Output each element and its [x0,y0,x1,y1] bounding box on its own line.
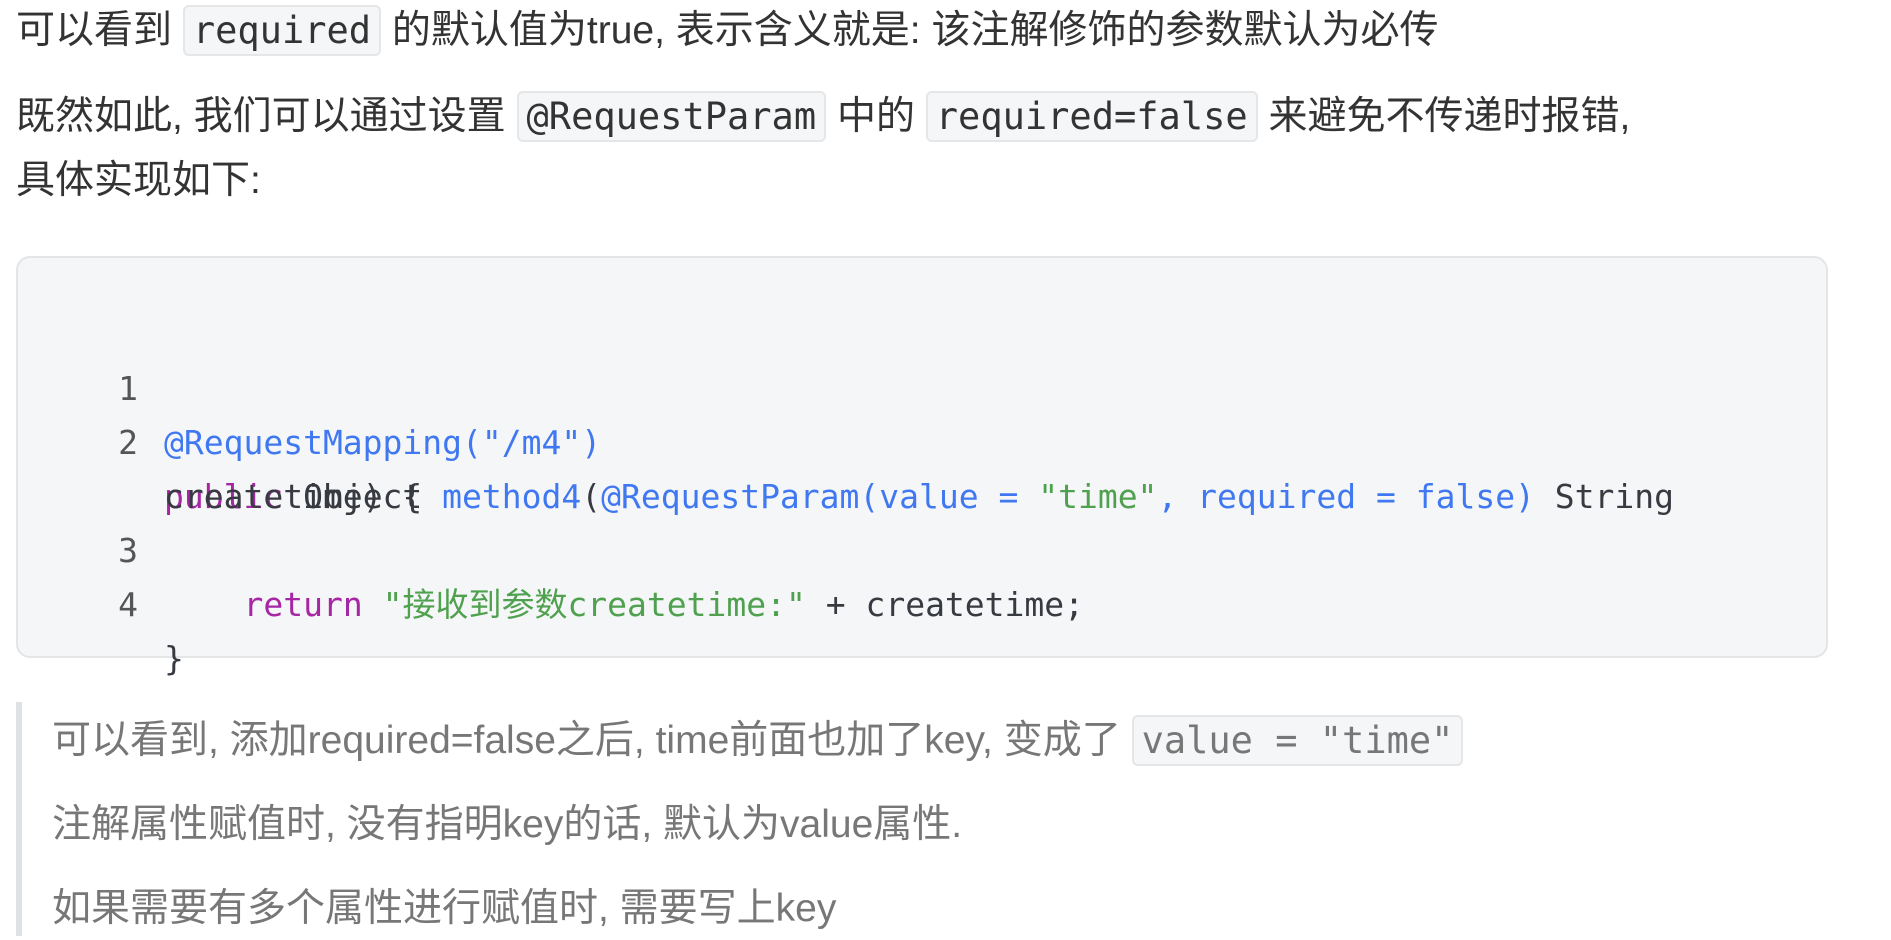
quote-line-1: 可以看到, 添加required=false之后, time前面也加了key, … [52,710,1464,772]
code-text: } [164,639,184,678]
paragraph-set-required-false: 既然如此, 我们可以通过设置 @RequestParam 中的 required… [16,86,1630,148]
paragraph-required-default: 可以看到 required 的默认值为true, 表示含义就是: 该注解修饰的参… [16,0,1438,62]
inline-code-requestparam: @RequestParam [516,91,827,142]
code-block: 1 @RequestMapping("/m4") 2 public Object… [16,256,1828,678]
line-number: 4 [118,585,138,624]
inline-code-value-time: value = "time" [1131,715,1464,766]
paragraph-implementation: 具体实现如下: [16,159,261,202]
quote-line-2: 注解属性赋值时, 没有指明key的话, 默认为value属性. [52,803,963,846]
quote-text: 可以看到, 添加required=false之后, time前面也加了key, … [52,719,1132,762]
quote-line-3: 如果需要有多个属性进行赋值时, 需要写上key [52,887,837,930]
inline-code-required: required [182,5,382,56]
para1-text-after: 的默认值为true, 表示含义就是: 该注解修饰的参数默认为必传 [381,9,1439,52]
para1-text-before: 可以看到 [16,9,183,52]
inline-code-required-false: required=false [925,91,1258,142]
para2-text-after: 来避免不传递时报错, [1257,95,1631,138]
para2-text-before: 既然如此, 我们可以通过设置 [16,95,517,138]
blockquote: 可以看到, 添加required=false之后, time前面也加了key, … [16,702,1828,936]
para2-text-middle: 中的 [826,95,926,138]
